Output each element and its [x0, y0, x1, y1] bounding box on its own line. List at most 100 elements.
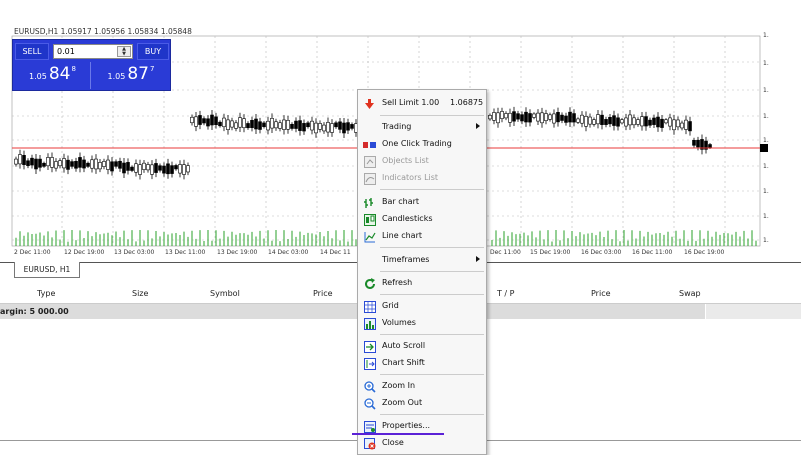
menu-item-bar-chart[interactable]: Bar chart [358, 194, 486, 211]
menu-item-auto-scroll[interactable]: Auto Scroll [358, 338, 486, 355]
candle-body [106, 159, 110, 170]
lot-size-field[interactable]: ▲▼ [53, 44, 133, 59]
candlesticks-icon [363, 213, 376, 226]
sell-limit-price: 1.06875 [450, 98, 484, 107]
candle-body [692, 139, 696, 146]
menu-item-one-click-trading[interactable]: One Click Trading [358, 136, 486, 153]
tab-eurusd-h1[interactable]: EURUSD, H1 [14, 262, 80, 278]
candle-body [94, 158, 98, 170]
price-axis-label: 1. [763, 113, 769, 120]
menu-item-close[interactable]: Close [358, 435, 486, 452]
candle-body [126, 162, 130, 171]
candle-body [186, 165, 190, 173]
menu-item-sell-limit[interactable]: Sell Limit 1.00 1.06875 [358, 95, 486, 112]
candle-body [166, 163, 170, 175]
candle-body [660, 118, 664, 128]
candle-body [234, 122, 238, 129]
candle-body [684, 119, 688, 130]
candle-body [552, 113, 556, 124]
menu-item-candlesticks[interactable]: Candlesticks [358, 211, 486, 228]
menu-item-trading[interactable]: Trading [358, 119, 486, 136]
candle-body [540, 112, 544, 124]
menu-item-label: Zoom In [382, 381, 416, 390]
volumes-icon [363, 317, 376, 330]
column-header-swap[interactable]: Swap [679, 289, 701, 298]
time-axis-label: 13 Dec 19:00 [217, 249, 258, 256]
lot-size-input[interactable] [54, 45, 112, 58]
candle-body [322, 124, 326, 132]
candle-body [314, 122, 318, 134]
candle-body [274, 121, 278, 129]
candle-body [86, 162, 90, 167]
candle-body [672, 119, 676, 131]
candle-body [492, 112, 496, 121]
candle-body [134, 163, 138, 173]
column-header-symbol[interactable]: Symbol [210, 289, 240, 298]
menu-item-chart-shift[interactable]: Chart Shift [358, 355, 486, 372]
candle-body [138, 164, 142, 175]
menu-item-indicators-list[interactable]: Indicators List [358, 170, 486, 187]
menu-item-zoom-in[interactable]: Zoom In [358, 378, 486, 395]
zoom-out-icon [363, 397, 376, 410]
menu-item-label: Timeframes [382, 255, 430, 264]
price-axis-label: 1. [763, 32, 769, 39]
column-header-type[interactable]: Type [37, 289, 55, 298]
candle-body [612, 115, 616, 126]
menu-item-label: Sell Limit 1.00 [382, 98, 440, 107]
menu-item-label: Properties... [382, 421, 431, 430]
menu-item-refresh[interactable]: Refresh [358, 275, 486, 292]
candle-body [170, 165, 174, 174]
price-axis-label: 1. [763, 163, 769, 170]
buy-price-prefix: 1.05 [107, 72, 126, 81]
lot-spinner[interactable]: ▲ ▼ [117, 46, 131, 57]
candle-body [604, 119, 608, 125]
candle-body [14, 158, 18, 165]
column-header-tp[interactable]: T / P [497, 289, 515, 298]
menu-item-volumes[interactable]: Volumes [358, 315, 486, 332]
submenu-arrow-icon [476, 256, 480, 262]
candle-body [42, 162, 46, 167]
candle-body [150, 164, 154, 175]
buy-price[interactable]: 1.05 87 7 [93, 62, 169, 89]
candle-body [696, 139, 700, 148]
candle-body [596, 114, 600, 125]
menu-item-label: Volumes [382, 318, 416, 327]
one-click-trading-icon [363, 138, 376, 151]
candle-body [202, 118, 206, 124]
candle-body [600, 114, 604, 125]
menu-item-grid[interactable]: Grid [358, 298, 486, 315]
candle-body [294, 120, 298, 129]
properties-highlight-underline [352, 433, 444, 435]
menu-item-label: Chart Shift [382, 358, 425, 367]
candle-body [182, 164, 186, 175]
column-header-size[interactable]: Size [132, 289, 148, 298]
menu-item-label: Auto Scroll [382, 341, 426, 350]
candle-body [190, 116, 194, 124]
chart-context-menu: Sell Limit 1.00 1.06875 Trading One Clic… [357, 89, 487, 455]
chart-shift-icon [363, 357, 376, 370]
menu-item-timeframes[interactable]: Timeframes [358, 252, 486, 269]
time-axis-label: 16 Dec 11:00 [632, 249, 673, 256]
candle-body [250, 120, 254, 128]
candle-body [46, 157, 50, 167]
menu-item-zoom-out[interactable]: Zoom Out [358, 395, 486, 412]
candle-body [608, 117, 612, 125]
buy-button[interactable]: BUY [137, 43, 169, 60]
submenu-arrow-icon [476, 123, 480, 129]
candle-body [74, 161, 78, 169]
candle-body [158, 165, 162, 171]
column-header-price-2[interactable]: Price [591, 289, 611, 298]
candle-body [652, 117, 656, 125]
candle-body [98, 162, 102, 170]
candle-body [258, 121, 262, 130]
menu-item-label: Bar chart [382, 197, 420, 206]
menu-item-line-chart[interactable]: Line chart [358, 228, 486, 245]
candle-body [230, 120, 234, 128]
time-axis-label: 13 Dec 11:00 [165, 249, 206, 256]
sell-price[interactable]: 1.05 84 8 [15, 62, 91, 89]
column-header-price[interactable]: Price [313, 289, 333, 298]
menu-separator [380, 271, 484, 272]
sell-button[interactable]: SELL [15, 43, 49, 60]
candle-body [26, 160, 30, 166]
menu-item-objects-list[interactable]: Objects List [358, 153, 486, 170]
